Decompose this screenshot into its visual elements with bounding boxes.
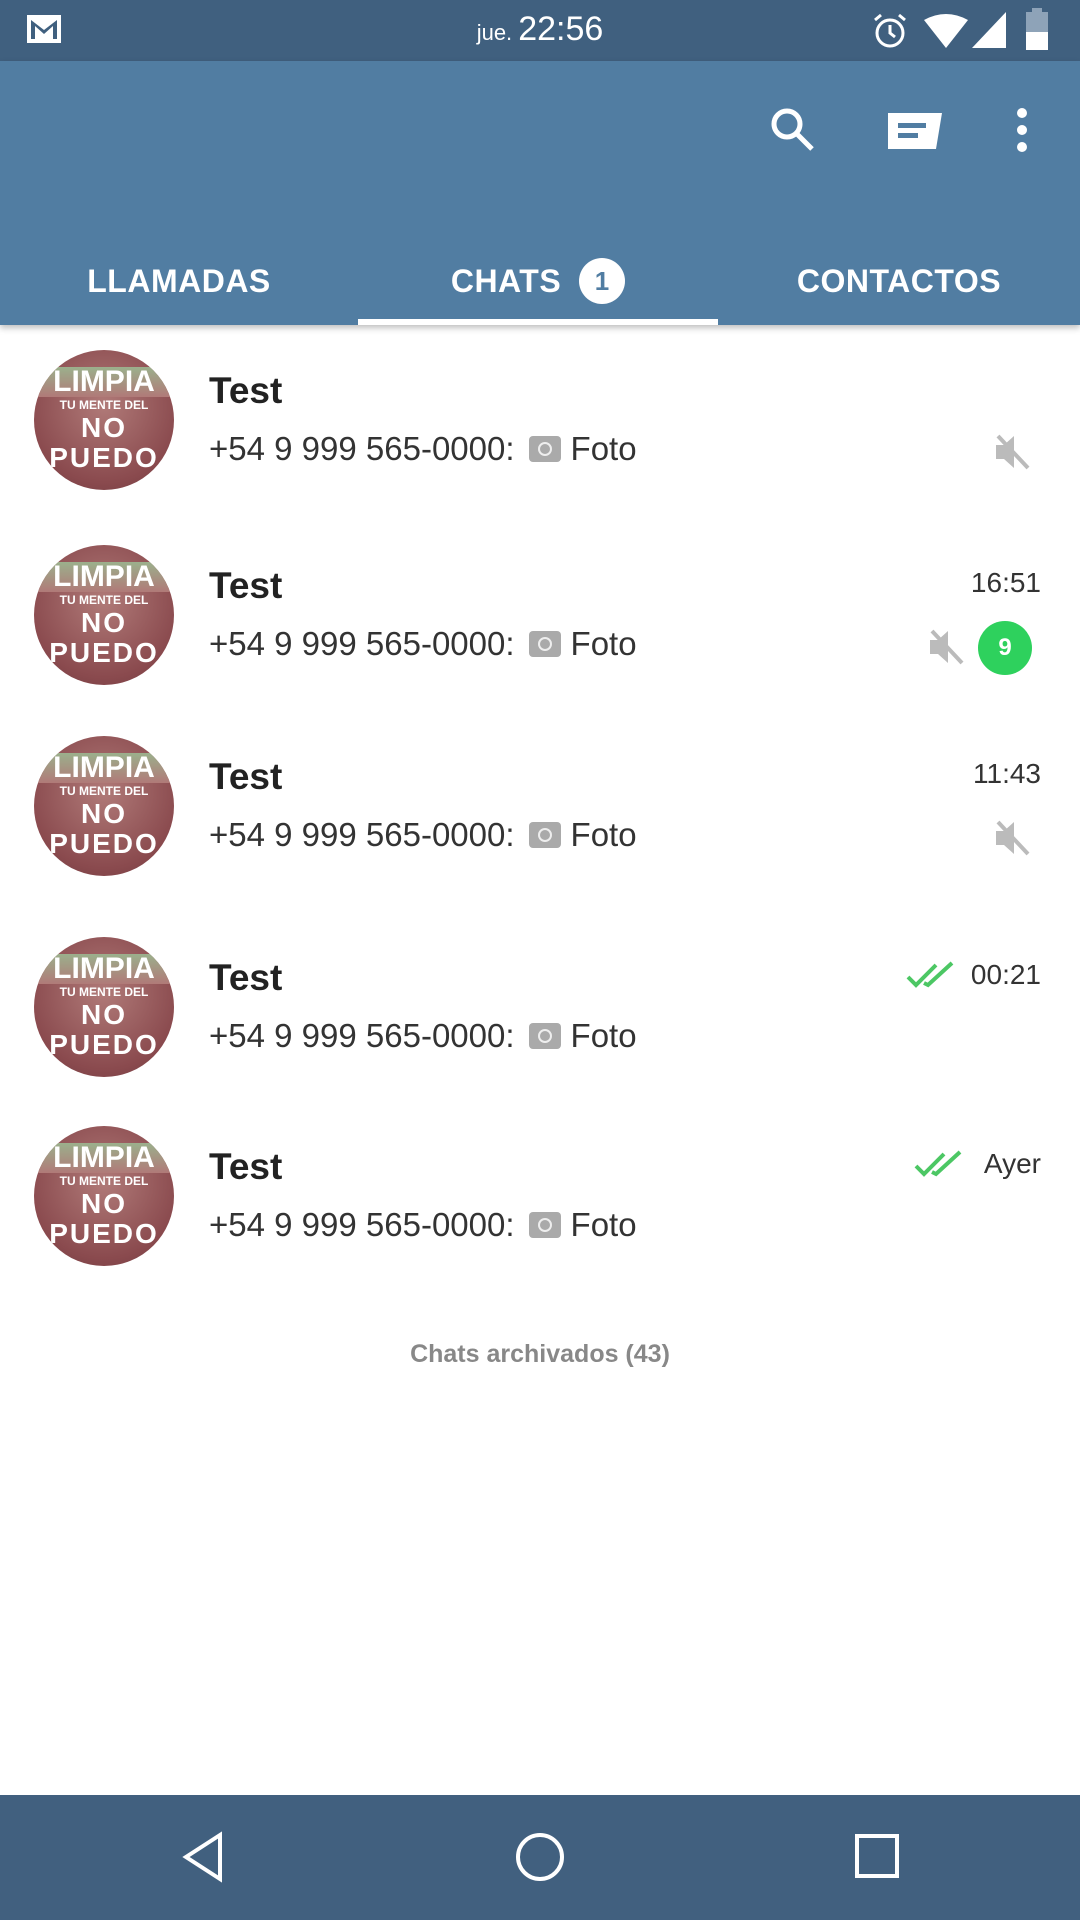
- avatar-text: NO PUEDO: [49, 607, 159, 668]
- tab-badge: 1: [579, 258, 626, 304]
- status-day: jue.: [476, 20, 513, 45]
- camera-icon: [528, 1023, 561, 1049]
- camera-icon: [528, 822, 561, 848]
- chat-sender: +54 9 999 565-0000:: [209, 1206, 515, 1243]
- chat-sender: +54 9 999 565-0000:: [209, 430, 515, 467]
- chat-row[interactable]: LIMPIA TU MENTE DEL NO PUEDO Test +54 9 99…: [0, 937, 1080, 1127]
- tab-contactos[interactable]: CONTACTOS: [718, 241, 1080, 321]
- chat-row[interactable]: LIMPIA TU MENTE DEL NO PUEDO Test +54 9 99…: [0, 545, 1080, 735]
- chat-name: Test: [209, 1146, 283, 1187]
- avatar: LIMPIA TU MENTE DEL NO PUEDO: [34, 350, 174, 490]
- tab-label: LLAMADAS: [87, 262, 271, 299]
- chat-name: Test: [209, 957, 283, 998]
- avatar: LIMPIA TU MENTE DEL NO PUEDO: [34, 1126, 174, 1266]
- chat-message: Foto: [570, 430, 637, 467]
- chat-preview: +54 9 999 565-0000: Foto: [209, 625, 637, 663]
- avatar-text: TU MENTE DEL: [59, 1174, 149, 1188]
- status-clock: jue. 22:56: [0, 10, 1080, 49]
- camera-icon: [528, 631, 561, 657]
- unread-badge: 9: [978, 621, 1032, 675]
- avatar-text: LIMPIA: [34, 562, 174, 592]
- avatar-text: LIMPIA: [34, 753, 174, 783]
- chat-message: Foto: [570, 625, 637, 662]
- chat-row[interactable]: LIMPIA TU MENTE DEL NO PUEDO Test +54 9 99…: [0, 1126, 1080, 1316]
- chat-time: Ayer: [983, 1148, 1041, 1179]
- alarm-icon: [874, 13, 906, 48]
- camera-icon: [528, 436, 561, 462]
- chat-preview: +54 9 999 565-0000: Foto: [209, 1206, 637, 1244]
- tab-label: CHATS: [450, 262, 562, 299]
- chat-row[interactable]: LIMPIA TU MENTE DEL NO PUEDO Test +54 9 99…: [0, 350, 1080, 540]
- chat-sender: +54 9 999 565-0000:: [209, 1017, 515, 1054]
- chat-preview: +54 9 999 565-0000: Foto: [209, 816, 637, 854]
- avatar-text: TU MENTE DEL: [59, 593, 149, 607]
- status-bar: jue. 22:56: [0, 0, 1080, 61]
- chat-name: Test: [209, 756, 283, 797]
- chat-message: Foto: [570, 1017, 637, 1054]
- avatar: LIMPIA TU MENTE DEL NO PUEDO: [34, 937, 174, 1077]
- new-chat-icon[interactable]: [886, 109, 944, 151]
- double-check-icon: [914, 1150, 962, 1177]
- chat-time: 00:21: [970, 959, 1041, 990]
- avatar-text: NO PUEDO: [49, 1188, 159, 1249]
- tab-label: CONTACTOS: [796, 262, 1002, 299]
- more-vert-icon[interactable]: [1014, 107, 1030, 153]
- chat-name: Test: [209, 565, 283, 606]
- camera-icon: [528, 1212, 561, 1238]
- avatar-text: NO PUEDO: [49, 999, 159, 1060]
- chat-sender: +54 9 999 565-0000:: [209, 816, 515, 853]
- status-time: 22:56: [518, 10, 604, 48]
- avatar-text: LIMPIA: [34, 954, 174, 984]
- avatar-text: TU MENTE DEL: [59, 985, 149, 999]
- avatar: LIMPIA TU MENTE DEL NO PUEDO: [34, 736, 174, 876]
- chat-name: Test: [209, 370, 283, 411]
- avatar-text: TU MENTE DEL: [59, 784, 149, 798]
- recents-icon[interactable]: [854, 1833, 900, 1879]
- muted-icon: [996, 820, 1030, 856]
- chat-time: 11:43: [973, 758, 1041, 789]
- chat-message: Foto: [570, 1206, 637, 1243]
- signal-icon: [972, 12, 1006, 48]
- back-icon[interactable]: [180, 1831, 226, 1883]
- avatar-text: NO PUEDO: [49, 798, 159, 859]
- avatar-text: TU MENTE DEL: [59, 398, 149, 412]
- muted-icon: [930, 629, 964, 665]
- chat-sender: +54 9 999 565-0000:: [209, 625, 515, 662]
- chat-message: Foto: [570, 816, 637, 853]
- wifi-icon: [924, 14, 968, 48]
- navigation-bar: [0, 1795, 1080, 1920]
- battery-icon: [1026, 8, 1048, 50]
- chat-time: 16:51: [970, 567, 1041, 598]
- search-icon[interactable]: [768, 105, 816, 153]
- home-icon[interactable]: [514, 1831, 566, 1883]
- tab-llamadas[interactable]: LLAMADAS: [0, 241, 358, 321]
- tab-indicator: [358, 319, 718, 325]
- chat-row[interactable]: LIMPIA TU MENTE DEL NO PUEDO Test +54 9 99…: [0, 736, 1080, 926]
- double-check-icon: [906, 961, 954, 988]
- chat-preview: +54 9 999 565-0000: Foto: [209, 1017, 637, 1055]
- chat-preview: +54 9 999 565-0000: Foto: [209, 430, 637, 468]
- tab-chats[interactable]: CHATS 1: [358, 241, 718, 321]
- avatar-text: NO PUEDO: [49, 412, 159, 473]
- avatar-text: LIMPIA: [34, 1143, 174, 1173]
- app-bar: LLAMADAS CHATS 1 CONTACTOS: [0, 61, 1080, 325]
- avatar: LIMPIA TU MENTE DEL NO PUEDO: [34, 545, 174, 685]
- archived-chats-link[interactable]: Chats archivados (43): [0, 1340, 1080, 1369]
- avatar-text: LIMPIA: [34, 367, 174, 397]
- muted-icon: [996, 434, 1030, 470]
